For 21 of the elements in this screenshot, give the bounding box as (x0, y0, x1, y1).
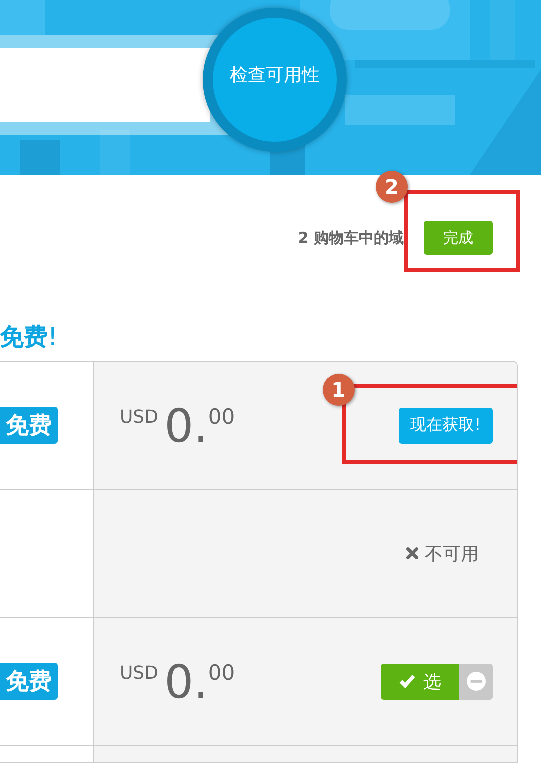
get-now-button[interactable]: 现在获取! (398, 408, 493, 444)
price-amount: 0. (164, 658, 208, 704)
price-cents: 00 (208, 404, 236, 428)
currency-label: USD (120, 662, 158, 684)
free-tag: 免费 (0, 407, 58, 444)
done-button[interactable]: 完成 (424, 221, 493, 255)
cross-icon (406, 547, 419, 560)
section-heading: 免费! (0, 322, 59, 353)
unavailable-label: 不可用 (425, 542, 479, 566)
price-cents: 00 (208, 660, 236, 684)
minus-circle-icon (466, 672, 486, 691)
price-amount: 0. (164, 402, 208, 448)
currency-label: USD (120, 406, 158, 428)
remove-button[interactable] (459, 664, 493, 700)
step-badge: 1 (322, 374, 355, 406)
free-tag: 免费 (0, 663, 58, 700)
search-field[interactable] (0, 48, 210, 122)
check-icon (398, 674, 416, 689)
select-button[interactable]: 选 (381, 664, 459, 700)
cart-count: 2 购物车中的域 (298, 228, 404, 248)
step-badge: 2 (376, 171, 408, 203)
